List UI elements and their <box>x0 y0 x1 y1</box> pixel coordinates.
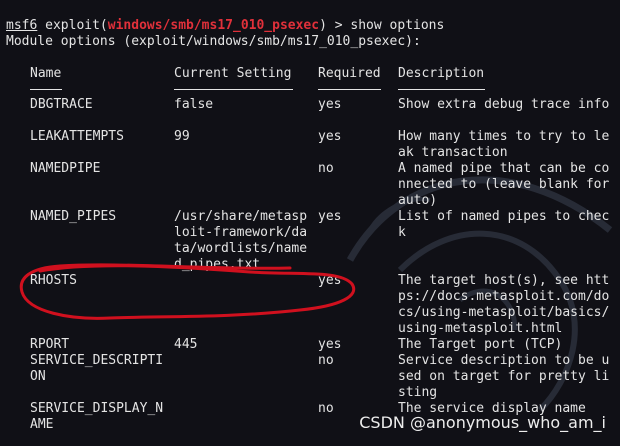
prompt-module-prefix: exploit( <box>37 18 108 33</box>
option-description: The target host(s), see https://docs.met… <box>398 273 610 336</box>
header-divider-name <box>30 89 62 90</box>
option-description: How many times to try to leak transactio… <box>398 129 610 160</box>
option-current: 445 <box>174 337 198 352</box>
option-required: yes <box>318 129 342 144</box>
option-required: yes <box>318 337 342 352</box>
option-name: SERVICE_DESCRIPTION <box>30 353 164 384</box>
prompt-command: show options <box>350 18 445 33</box>
section-title: Module options (exploit/windows/smb/ms17… <box>6 34 421 49</box>
csdn-watermark: CSDN @anonymous_who_am_i <box>359 413 606 432</box>
option-description: Show extra debug trace info <box>398 97 610 112</box>
option-current: /usr/share/metasploit-framework/data/wor… <box>174 209 308 272</box>
header-required: Required <box>318 66 381 81</box>
option-description: Service description to be used on target… <box>398 353 610 400</box>
option-name: DBGTRACE <box>30 97 93 112</box>
option-description: A named pipe that can be connected to (l… <box>398 161 618 208</box>
header-divider-current <box>174 89 293 90</box>
option-current: 99 <box>174 129 190 144</box>
prompt-app: msf6 <box>6 18 38 33</box>
option-required: no <box>318 353 334 368</box>
option-current: false <box>174 97 214 112</box>
option-name: NAMED_PIPES <box>30 209 117 224</box>
header-name: Name <box>30 66 62 81</box>
option-required: no <box>318 161 334 176</box>
header-divider-required <box>318 89 381 90</box>
prompt-suffix: ) > <box>319 18 351 33</box>
header-current-setting: Current Setting <box>174 66 292 81</box>
option-name: RHOSTS <box>30 273 77 288</box>
prompt-module: windows/smb/ms17_010_psexec <box>107 18 320 33</box>
option-required: yes <box>318 273 342 288</box>
option-name: NAMEDPIPE <box>30 161 101 176</box>
header-divider-description <box>398 89 485 90</box>
option-description: The Target port (TCP) <box>398 337 563 352</box>
option-name: SERVICE_DISPLAY_NAME <box>30 401 164 432</box>
option-name: RPORT <box>30 337 70 352</box>
terminal-window[interactable]: msf6 exploit(windows/smb/ms17_010_psexec… <box>0 0 620 446</box>
option-required: yes <box>318 209 342 224</box>
option-required: yes <box>318 97 342 112</box>
option-description: List of named pipes to check <box>398 209 610 240</box>
option-name: LEAKATTEMPTS <box>30 129 124 144</box>
header-description: Description <box>398 66 485 81</box>
